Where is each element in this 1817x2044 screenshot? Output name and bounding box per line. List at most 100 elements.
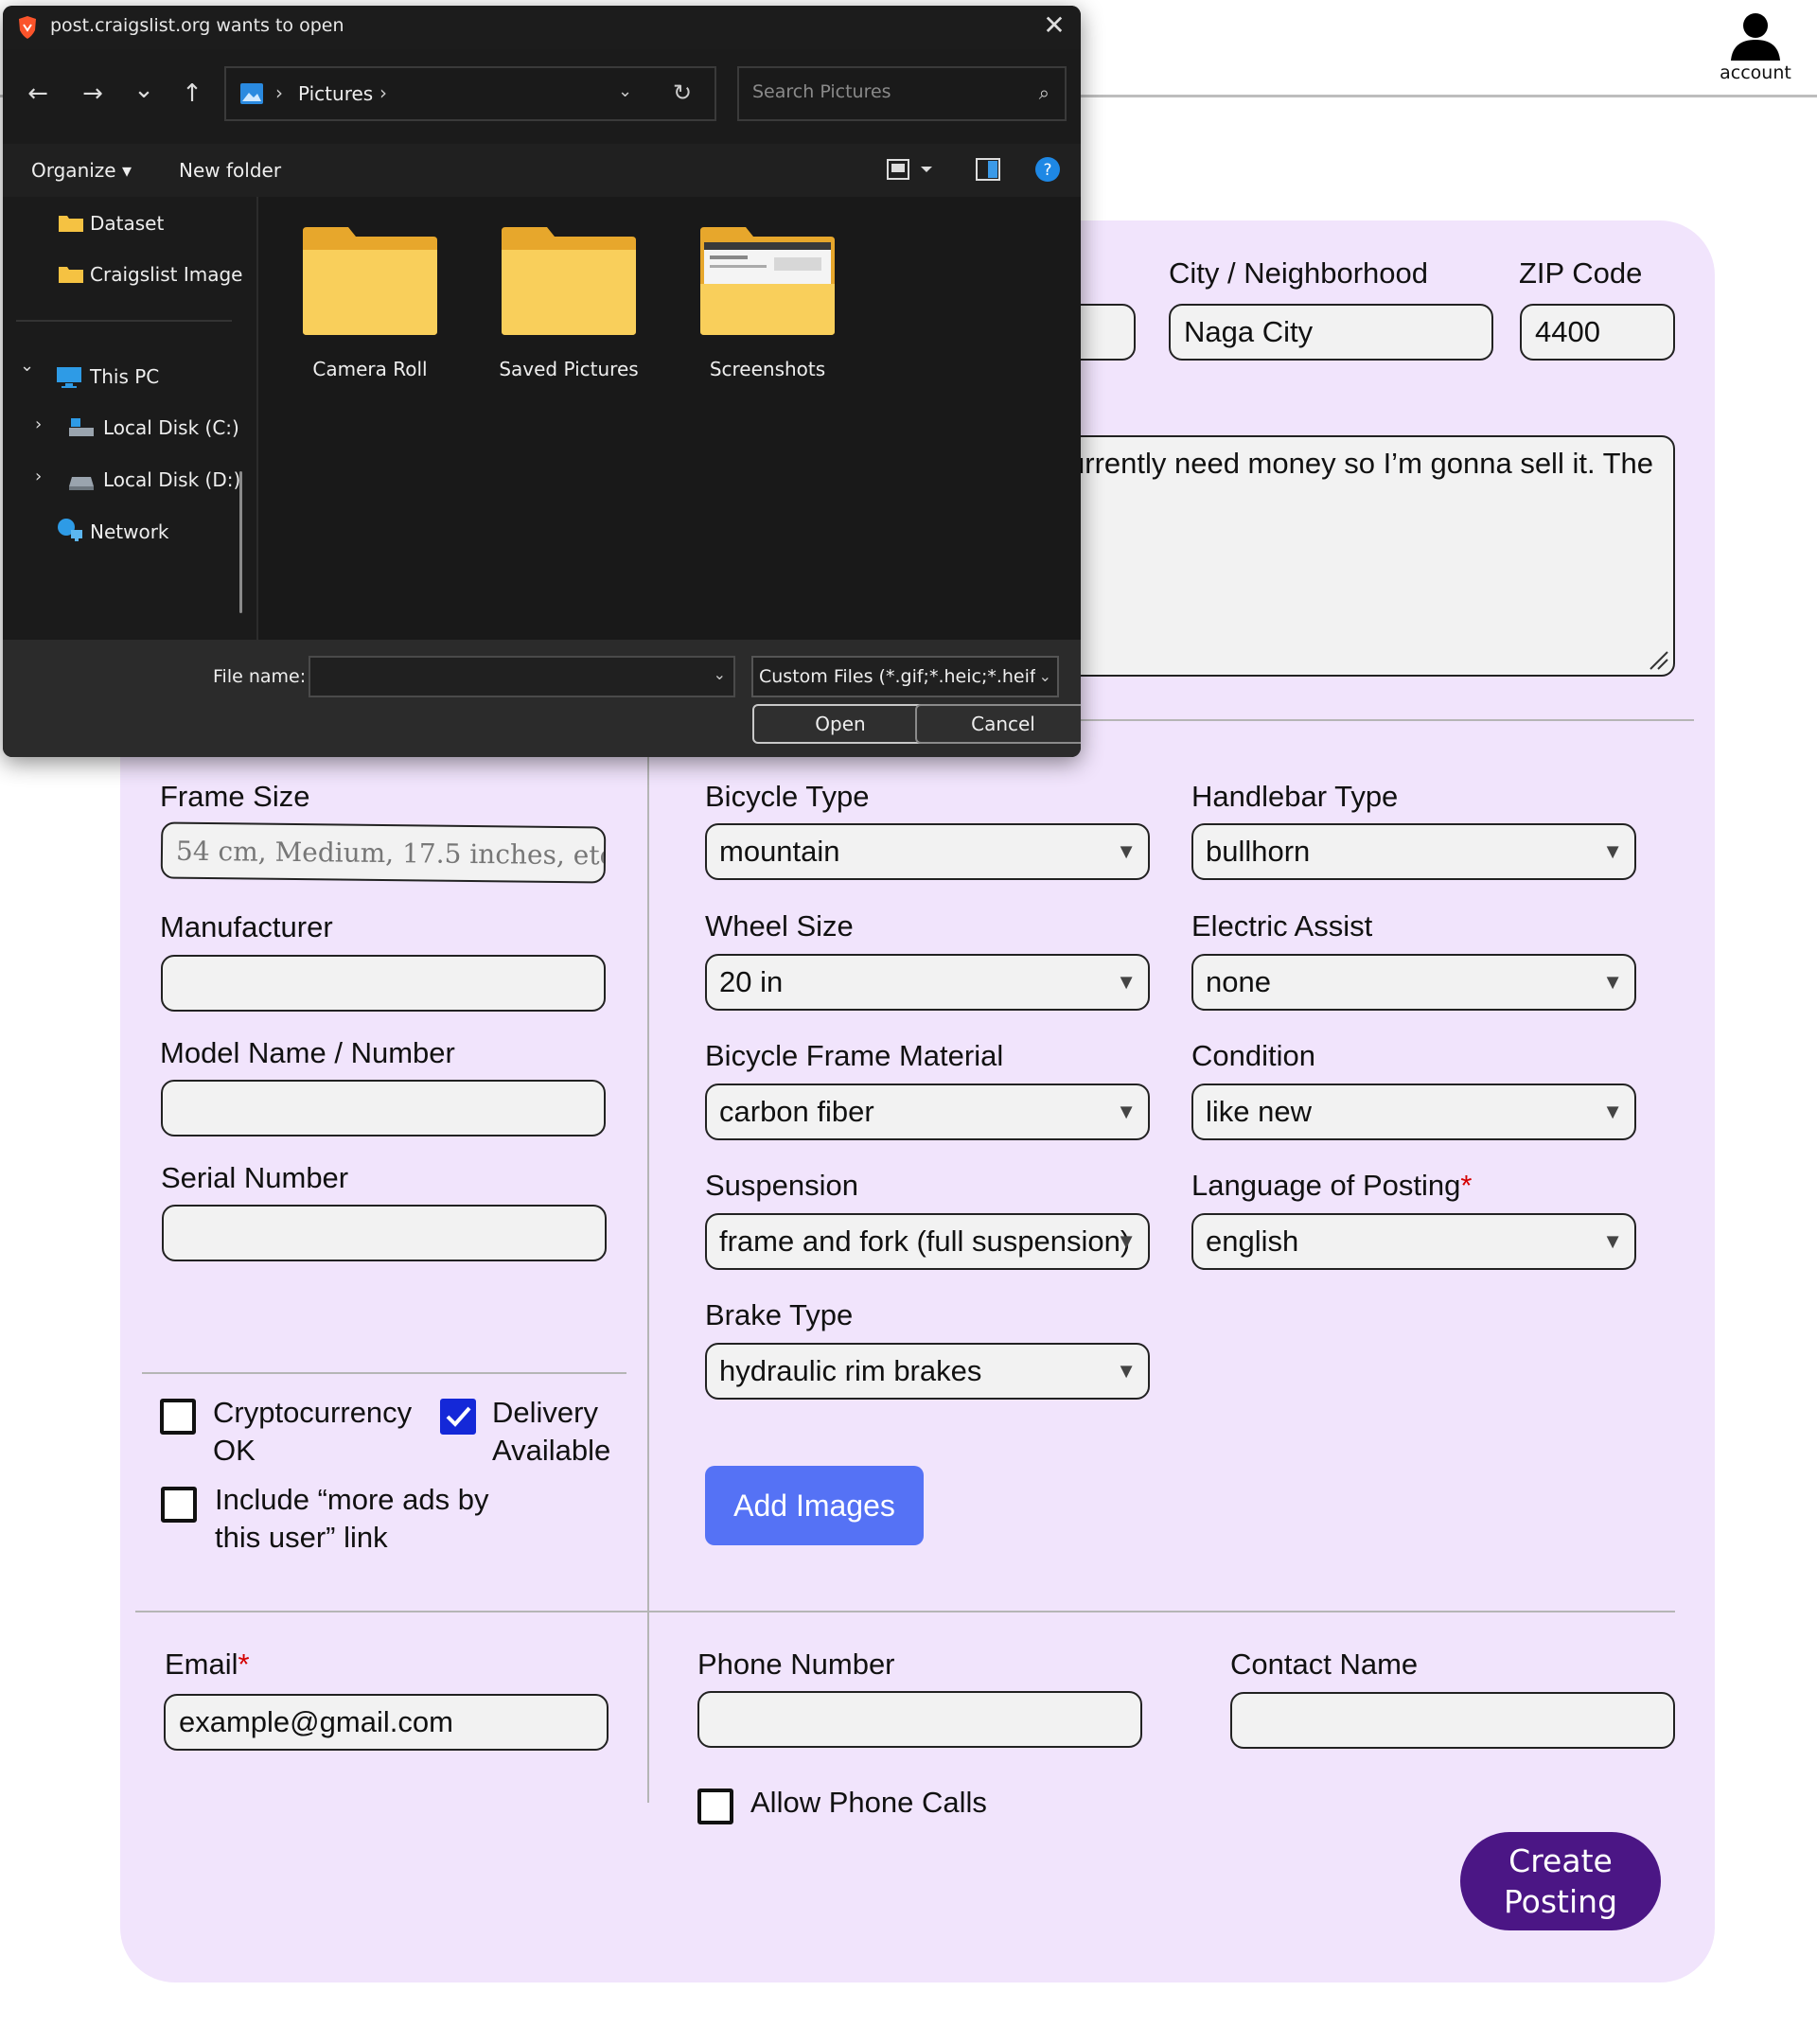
more-ads-checkbox[interactable] <box>161 1487 197 1523</box>
back-icon[interactable]: ← <box>24 79 52 108</box>
navigation-pane: Dataset Craigslist Image ⌄ This PC › Loc… <box>3 197 258 640</box>
phone-input[interactable] <box>697 1691 1142 1748</box>
sidebar-item-craigslist-image[interactable]: Craigslist Image <box>90 263 242 286</box>
folder-with-preview-icon <box>700 227 835 335</box>
city-input[interactable]: Naga City <box>1169 304 1493 361</box>
frame-size-placeholder: 54 cm, Medium, 17.5 inches, etc. <box>175 835 607 872</box>
file-name-label: File name: <box>213 666 307 687</box>
chevron-down-icon[interactable]: ⌄ <box>714 665 726 683</box>
forward-icon[interactable]: → <box>79 79 107 108</box>
chevron-down-icon[interactable]: ⌄ <box>618 81 632 101</box>
open-button[interactable]: Open <box>752 704 928 744</box>
sidebar-item-dataset[interactable]: Dataset <box>90 212 164 235</box>
sidebar-item-this-pc[interactable]: This PC <box>90 365 159 388</box>
pictures-icon <box>240 83 263 104</box>
resize-grip-icon[interactable] <box>1647 648 1669 671</box>
dropdown-arrow-icon: ▼ <box>1116 970 1137 994</box>
recent-locations-icon[interactable]: ⌄ <box>130 76 158 104</box>
breadcrumb-pictures[interactable]: Pictures <box>298 82 373 105</box>
phone-label: Phone Number <box>697 1648 895 1681</box>
bicycle-type-select[interactable]: mountain ▼ <box>705 823 1150 880</box>
contact-divider <box>135 1611 1675 1612</box>
dropdown-arrow-icon: ▼ <box>1602 839 1623 863</box>
options-divider <box>142 1372 626 1374</box>
search-input[interactable] <box>750 80 1019 103</box>
file-name-input[interactable]: ⌄ <box>309 656 735 697</box>
brake-type-select[interactable]: hydraulic rim brakes ▼ <box>705 1343 1150 1400</box>
dropdown-arrow-icon: ▼ <box>1116 1100 1137 1123</box>
electric-assist-select[interactable]: none ▼ <box>1191 954 1636 1011</box>
description-text: urrently need money so I’m gonna sell it… <box>1068 447 1654 480</box>
folder-icon <box>303 227 437 335</box>
dropdown-arrow-icon: ▼ <box>1116 839 1137 863</box>
view-options-icon[interactable] <box>885 155 936 184</box>
sidebar-item-network[interactable]: Network <box>90 520 169 543</box>
cancel-button[interactable]: Cancel <box>915 704 1081 744</box>
add-images-button[interactable]: Add Images <box>705 1466 924 1545</box>
folder-tile-screenshots[interactable]: Screenshots <box>682 225 853 380</box>
account-link[interactable]: account <box>1708 11 1803 83</box>
refresh-icon[interactable]: ↻ <box>673 79 692 106</box>
condition-select[interactable]: like new ▼ <box>1191 1084 1636 1140</box>
email-input[interactable]: example@gmail.com <box>164 1694 609 1751</box>
column-divider <box>647 739 649 1803</box>
folder-tile-camera-roll[interactable]: Camera Roll <box>285 225 455 380</box>
folder-icon <box>502 227 636 335</box>
folder-tile-saved-pictures[interactable]: Saved Pictures <box>484 225 654 380</box>
electric-assist-label: Electric Assist <box>1191 909 1373 943</box>
search-icon: ⌕ <box>1038 81 1050 104</box>
sidebar-item-local-disk-c[interactable]: Local Disk (C:) <box>103 416 239 439</box>
new-folder-button[interactable]: New folder <box>179 159 281 182</box>
bicycle-type-label: Bicycle Type <box>705 780 870 813</box>
close-icon[interactable]: ✕ <box>1037 9 1071 44</box>
crypto-checkbox[interactable] <box>160 1399 196 1435</box>
handlebar-type-select[interactable]: bullhorn ▼ <box>1191 823 1636 880</box>
chevron-right-icon[interactable]: › <box>35 414 42 434</box>
chevron-right-icon[interactable]: › <box>35 467 42 486</box>
contact-name-input[interactable] <box>1230 1692 1675 1749</box>
file-type-select[interactable]: Custom Files (*.gif;*.heic;*.heif; ⌄ <box>751 656 1059 697</box>
frame-material-select[interactable]: carbon fiber ▼ <box>705 1084 1150 1140</box>
chevron-down-icon[interactable]: ⌄ <box>20 356 34 376</box>
dialog-footer: File name: ⌄ Custom Files (*.gif;*.heic;… <box>3 640 1081 757</box>
model-input[interactable] <box>161 1080 606 1137</box>
folder-name: Camera Roll <box>312 358 428 380</box>
handlebar-type-label: Handlebar Type <box>1191 780 1399 813</box>
address-bar[interactable]: › Pictures › ⌄ ↻ <box>224 66 716 121</box>
wheel-size-select[interactable]: 20 in ▼ <box>705 954 1150 1011</box>
dialog-title-bar: post.craigslist.org wants to open ✕ <box>3 6 1081 49</box>
dropdown-arrow-icon: ▼ <box>1116 1359 1137 1383</box>
dropdown-arrow-icon: ▼ <box>1602 1100 1623 1123</box>
preview-pane-icon[interactable] <box>974 155 1002 184</box>
dialog-toolbar: Organize ▾ New folder ? <box>3 144 1081 197</box>
dialog-title: post.craigslist.org wants to open <box>50 15 344 36</box>
required-mark: * <box>238 1648 250 1681</box>
delivery-checkbox[interactable] <box>440 1399 476 1435</box>
breadcrumb-separator: › <box>275 81 283 104</box>
drive-d-icon <box>69 477 94 490</box>
serial-input[interactable] <box>162 1205 607 1261</box>
language-select[interactable]: english ▼ <box>1191 1213 1636 1270</box>
up-icon[interactable]: ↑ <box>178 79 206 108</box>
frame-size-input[interactable]: 54 cm, Medium, 17.5 inches, etc. <box>160 821 607 884</box>
search-box[interactable]: ⌕ <box>737 66 1067 121</box>
sidebar-item-local-disk-d[interactable]: Local Disk (D:) <box>103 468 240 491</box>
svg-text:?: ? <box>1043 161 1051 180</box>
zip-input[interactable]: 4400 <box>1520 304 1675 361</box>
section-divider <box>1065 719 1694 721</box>
brake-type-label: Brake Type <box>705 1298 854 1331</box>
breadcrumb-separator[interactable]: › <box>379 81 387 104</box>
create-posting-button[interactable]: Create Posting <box>1460 1832 1661 1930</box>
scrollbar[interactable] <box>239 471 242 613</box>
allow-calls-checkbox[interactable] <box>697 1788 733 1824</box>
help-icon[interactable]: ? <box>1033 155 1062 184</box>
suspension-select[interactable]: frame and fork (full suspension) ▼ <box>705 1213 1150 1270</box>
account-label: account <box>1720 62 1791 83</box>
organize-menu[interactable]: Organize ▾ <box>31 159 132 182</box>
suspension-label: Suspension <box>705 1169 859 1202</box>
file-list: Camera Roll Saved Pictures Screenshots <box>258 197 1081 640</box>
manufacturer-input[interactable] <box>161 955 606 1012</box>
brave-browser-icon <box>19 16 36 39</box>
description-textarea[interactable]: urrently need money so I’m gonna sell it… <box>1067 435 1675 677</box>
delivery-label: Delivery Available <box>492 1396 611 1467</box>
